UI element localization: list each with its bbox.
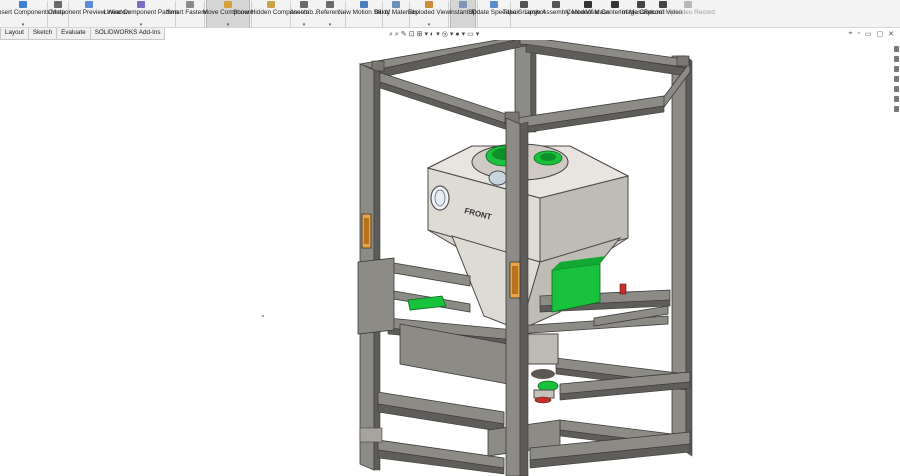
discharge-valve[interactable] — [527, 333, 559, 404]
linear-pattern-icon — [137, 1, 145, 8]
show-hidden-icon — [267, 1, 275, 8]
tab-layout[interactable]: Layout — [0, 28, 29, 40]
camera-icon — [520, 1, 528, 8]
view-center-of-mass-icon — [611, 1, 619, 8]
viewport-window-controls: ⌖ ▫ ▭ ▢ ✕ — [848, 30, 894, 38]
mate-icon — [54, 1, 62, 8]
smart-fasteners-icon — [186, 1, 194, 8]
exploded-view-icon — [425, 1, 433, 8]
frame-front-right-post — [505, 117, 529, 476]
linear-component-pattern-button[interactable]: Linear Component Pattern ▾ — [104, 0, 178, 28]
motion-study-icon — [360, 1, 368, 8]
window-control-icon[interactable]: ▭ — [865, 30, 872, 38]
assembly-model[interactable]: .fr{fill:#8d8b86;stroke:#3d3b38;stroke-w… — [0, 35, 900, 476]
command-manager-tabs: Layout Sketch Evaluate SOLIDWORKS Add-In… — [0, 28, 166, 40]
dropdown-arrow-icon[interactable]: ▾ — [303, 23, 306, 28]
smart-fasteners-button[interactable]: Smart Fasteners — [166, 0, 214, 28]
window-control-icon[interactable]: ⌖ — [848, 30, 852, 38]
view-toolbar-icon[interactable]: ✎ — [401, 30, 407, 39]
graphics-area[interactable]: .fr{fill:#8d8b86;stroke:#3d3b38;stroke-w… — [0, 35, 900, 476]
view-toolbar-icon[interactable]: ▾ — [450, 30, 454, 39]
component-preview-icon — [85, 1, 93, 8]
origin-marker — [262, 315, 264, 317]
dropdown-arrow-icon[interactable]: ▾ — [227, 23, 230, 28]
view-toolbar-icon[interactable]: ⌕ — [395, 30, 399, 39]
view-toolbar-icon[interactable]: ⌕ — [389, 30, 393, 39]
assembly-features-icon — [300, 1, 308, 8]
view-toolbar-icon[interactable]: ▾ — [476, 30, 480, 39]
ribbon-label: Exploded View — [407, 9, 451, 16]
window-control-icon[interactable]: ✕ — [888, 30, 894, 38]
dropdown-arrow-icon[interactable]: ▾ — [329, 23, 332, 28]
record-video-icon — [659, 1, 667, 8]
dropdown-arrow-icon[interactable]: ▾ — [428, 23, 431, 28]
view-toolbar-icon[interactable]: ⊞ — [417, 30, 423, 39]
exploded-view-button[interactable]: Exploded View ▾ — [407, 0, 451, 28]
command-manager-ribbon: Insert Components ▾ Mate Component Preview … — [0, 0, 900, 28]
instant3d-icon — [459, 1, 467, 8]
view-toolbar-icon[interactable]: ⊡ — [409, 30, 415, 39]
view-toolbar-icon[interactable]: ● — [455, 30, 459, 39]
ribbon-label: Insert Components — [0, 9, 50, 16]
show-hidden-components-button[interactable]: Show Hidden Components — [233, 0, 309, 28]
tab-evaluate[interactable]: Evaluate — [56, 28, 91, 40]
assembly-features-button[interactable]: Assemb... ▾ — [289, 0, 319, 28]
ribbon-label: Assemb... — [289, 9, 319, 16]
view-toolbar-icon[interactable]: ▾ — [462, 30, 466, 39]
component-preview-button[interactable]: Component Preview Window — [48, 0, 130, 28]
heads-up-view-toolbar: ⌕ ⌕ ✎ ⊡ ⊞ ▾ ◐ ▾ ◎ ▾ ● ▾ ▭ ▾ — [389, 29, 479, 39]
view-toolbar-icon[interactable]: ▾ — [436, 30, 440, 39]
insert-components-icon — [19, 1, 27, 8]
stop-video-record-button[interactable]: Stop Video Record — [661, 0, 715, 28]
ribbon-label: Stop Video Record — [661, 9, 715, 16]
bom-icon — [392, 1, 400, 8]
stop-record-icon — [684, 1, 692, 8]
window-control-icon[interactable]: ▫ — [857, 30, 859, 38]
move-component-icon — [224, 1, 232, 8]
insert-components-button[interactable]: Insert Components ▾ — [0, 0, 50, 28]
tab-solidworks-add-ins[interactable]: SOLIDWORKS Add-Ins — [89, 28, 166, 40]
large-assembly-icon — [552, 1, 560, 8]
center-of-mass-icon — [584, 1, 592, 8]
tab-sketch[interactable]: Sketch — [27, 28, 58, 40]
view-toolbar-icon[interactable]: ▭ — [467, 30, 474, 39]
reference-geometry-icon — [326, 1, 334, 8]
speedpak-icon — [490, 1, 498, 8]
view-toolbar-icon[interactable]: ▾ — [424, 30, 428, 39]
window-control-icon[interactable]: ▢ — [877, 30, 884, 38]
view-toolbar-icon[interactable]: ◎ — [442, 30, 448, 39]
view-toolbar-icon[interactable]: ◐ — [430, 30, 434, 39]
image-capture-icon — [637, 1, 645, 8]
bill-of-materials-button[interactable]: Bill of Materials — [374, 0, 418, 28]
